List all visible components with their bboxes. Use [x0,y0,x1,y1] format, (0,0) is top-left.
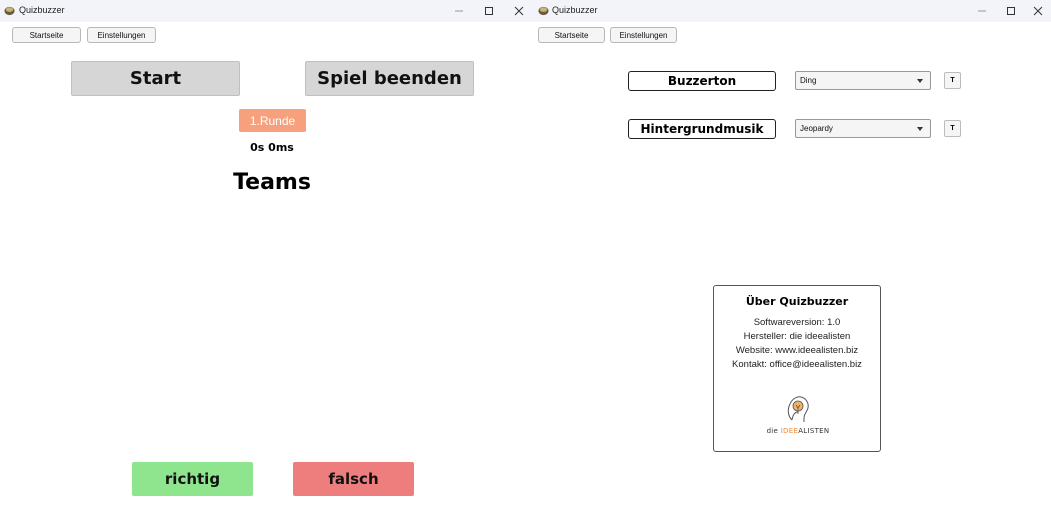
window-title: Quizbuzzer [552,5,598,15]
idealisten-logo: die IDEEALISTEN [754,394,842,444]
about-version: Softwareversion: 1.0 [753,317,841,328]
about-title: Über Quizbuzzer [745,295,849,308]
settings-button[interactable]: Einstellungen [87,27,156,43]
settings-button[interactable]: Einstellungen [610,27,677,43]
correct-button[interactable]: richtig [132,462,253,496]
home-button[interactable]: Startseite [12,27,81,43]
app-icon [4,6,15,16]
teams-heading: Teams [233,170,311,195]
close-button[interactable] [1025,0,1051,22]
idealisten-logo-mark [787,396,809,422]
minimize-button[interactable] [969,0,995,22]
window-title: Quizbuzzer [19,5,65,15]
timer-display: 0s 0ms [250,141,294,154]
maximize-icon [485,7,493,15]
buzzer-sound-value: Ding [800,76,817,85]
minimize-button[interactable] [446,0,472,22]
background-music-select[interactable]: Jeopardy [795,119,931,138]
home-button[interactable]: Startseite [538,27,605,43]
buzzer-sound-label: Buzzerton [628,71,776,91]
titlebar[interactable]: Quizbuzzer [0,0,530,22]
about-manufacturer: Hersteller: die ideealisten [743,331,851,342]
background-music-test-button[interactable]: T [944,120,961,137]
dropdown-caret-icon [917,127,923,131]
minimize-icon [455,10,463,12]
dropdown-caret-icon [917,79,923,83]
quizbuzzer-main-window: Quizbuzzer Startseite Einstellungen Star… [0,0,530,528]
minimize-icon [978,10,986,12]
about-website: Website: www.ideealisten.biz [735,345,859,356]
idealisten-logo-text: die IDEEALISTEN [766,427,830,435]
round-badge: 1.Runde [239,109,306,132]
maximize-button[interactable] [998,0,1024,22]
wrong-button[interactable]: falsch [293,462,414,496]
quizbuzzer-settings-window: Quizbuzzer Startseite Einstellungen Buzz… [530,0,1051,528]
maximize-icon [1007,7,1015,15]
close-icon [514,6,524,16]
close-button[interactable] [506,0,532,22]
close-icon [1033,6,1043,16]
buzzer-sound-select[interactable]: Ding [795,71,931,90]
maximize-button[interactable] [476,0,502,22]
app-icon [538,6,549,16]
titlebar[interactable]: Quizbuzzer [530,0,1051,22]
about-box: Über Quizbuzzer Softwareversion: 1.0 Her… [713,285,881,452]
buzzer-sound-test-button[interactable]: T [944,72,961,89]
background-music-value: Jeopardy [800,124,833,133]
start-button[interactable]: Start [71,61,240,96]
end-game-button[interactable]: Spiel beenden [305,61,474,96]
background-music-label: Hintergrundmusik [628,119,776,139]
about-contact: Kontakt: office@ideealisten.biz [732,359,862,370]
